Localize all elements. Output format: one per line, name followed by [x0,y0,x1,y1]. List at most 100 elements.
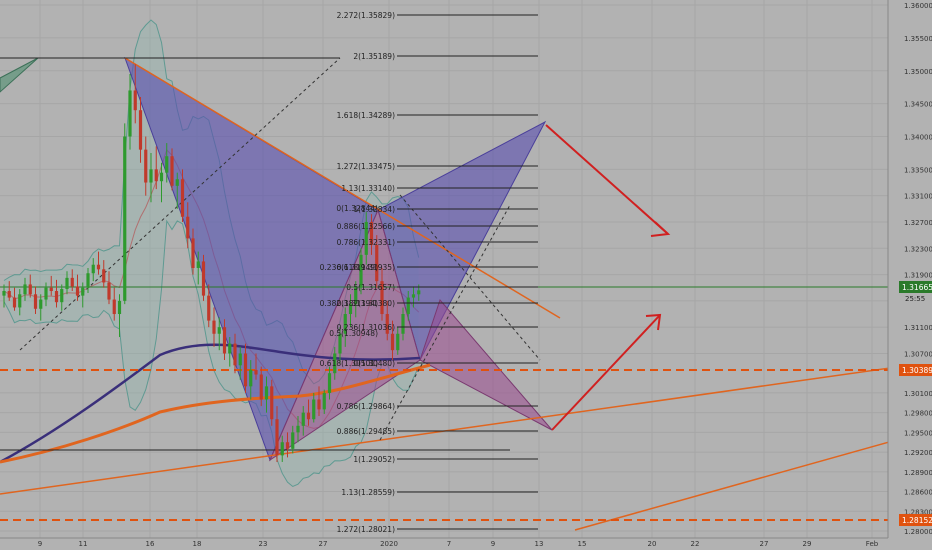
price-tick-label: 1.34500 [904,101,932,109]
candle-body [212,320,216,334]
candle-body [33,294,38,309]
candle-body [291,432,295,449]
fib-level-label: 0.886(1.29485) [337,427,395,436]
candle-body [12,297,17,308]
candle-body [196,261,200,268]
price-tick-label: 1.29800 [904,410,932,418]
candle-body [327,373,332,393]
candle-body [306,412,311,420]
price-chart[interactable]: 2.272(1.35829) 2(1.35189) 1.618(1.34289) 1.… [0,0,932,550]
price-tick-label: 1.31900 [904,272,932,280]
candle-body [411,294,416,298]
candle-body [154,169,158,182]
candle-body [175,179,179,186]
candle-body [296,425,300,433]
candle-body [264,386,269,400]
candle-body [417,290,421,295]
time-tick-label: 9 [38,540,42,548]
candle-body [401,314,405,334]
price-tick-label: 1.30700 [904,350,932,358]
candle-body [70,277,74,287]
candle-body [123,136,127,301]
candle-body [312,399,316,420]
price-tick-label: 1.35000 [904,68,932,76]
candle-body [117,300,122,315]
candle-body [54,291,59,303]
price-badge-label: 1.31665 [902,283,932,292]
fib-inner-label: 0.236(1.31949) [320,263,378,272]
candle-body [102,269,106,283]
candle-body [2,291,6,296]
candle-body [301,412,305,426]
price-tick-label: 1.31100 [904,324,932,332]
fib-level-label: 0.786(1.32331) [337,238,395,247]
candle-body [18,294,22,308]
candle-body [65,277,69,290]
price-tick-label: 1.33100 [904,193,932,201]
candle-body [317,399,321,410]
candle-body [144,149,148,183]
price-tick-label: 1.30100 [904,390,932,398]
price-tick-label: 1.36000 [904,2,932,10]
fib-inner-label: 0(1.32844) [336,204,378,213]
time-tick-label: 13 [535,540,544,548]
candle-body [60,289,64,303]
time-tick-label: Feb [866,540,879,548]
fib-level-label: 1.272(1.33475) [337,162,395,171]
time-tick-label: 29 [803,540,812,548]
candle-body [249,369,253,387]
candle-body [396,333,400,351]
candle-body [7,291,11,298]
candle-body [254,369,258,375]
time-tick-label: 27 [319,540,328,548]
candle-body [238,353,242,366]
price-badge-sub: 25:55 [905,295,925,303]
candle-body [128,90,132,137]
price-tick-label: 1.35500 [904,35,932,43]
candle-body [170,156,174,186]
price-badge-label: 1.28152 [902,516,932,525]
candle-body [222,327,227,354]
price-tick-label: 1.29200 [904,449,932,457]
candle-body [201,261,206,296]
fib-inner-label: 0.5(1.30948) [329,329,378,338]
fib-inner-label: 0.382(1.31394) [320,299,378,308]
candle-body [39,299,43,309]
candle-body [28,284,32,295]
candle-body [233,343,237,366]
candle-body [217,327,221,334]
candle-body [186,216,190,239]
time-axis-panel [0,538,888,550]
price-tick-label: 1.28000 [904,528,932,536]
candle-body [270,386,274,420]
time-tick-label: 7 [447,540,451,548]
candle-body [91,264,95,274]
price-tick-label: 1.34000 [904,134,932,142]
time-tick-label: 22 [691,540,700,548]
candle-body [81,287,85,296]
candle-body [322,392,326,410]
fib-level-label: 0.5(1.31657) [346,283,395,292]
candle-body [133,90,137,111]
candle-body [207,295,211,321]
fib-inner-label: 0.618(1.30501) [320,359,378,368]
time-tick-label: 15 [578,540,587,548]
price-tick-label: 1.29500 [904,429,932,437]
fib-level-label: 1.618(1.34289) [337,111,395,120]
candle-body [243,353,248,387]
price-tick-label: 1.28900 [904,469,932,477]
candle-body [285,442,290,449]
time-tick-label: 23 [259,540,268,548]
candle-body [191,238,195,268]
candle-body [149,169,153,183]
time-tick-label: 27 [760,540,769,548]
price-tick-label: 1.28600 [904,489,932,497]
time-tick-label: 20 [648,540,657,548]
candle-body [107,282,111,300]
price-tick-label: 1.32300 [904,245,932,253]
candle-body [275,419,279,456]
fib-level-label: 2.272(1.35829) [337,11,395,20]
candle-body [259,374,263,400]
price-badge-label: 1.30389 [902,366,932,375]
fib-level-label: 0.886(1.32566) [337,222,395,231]
